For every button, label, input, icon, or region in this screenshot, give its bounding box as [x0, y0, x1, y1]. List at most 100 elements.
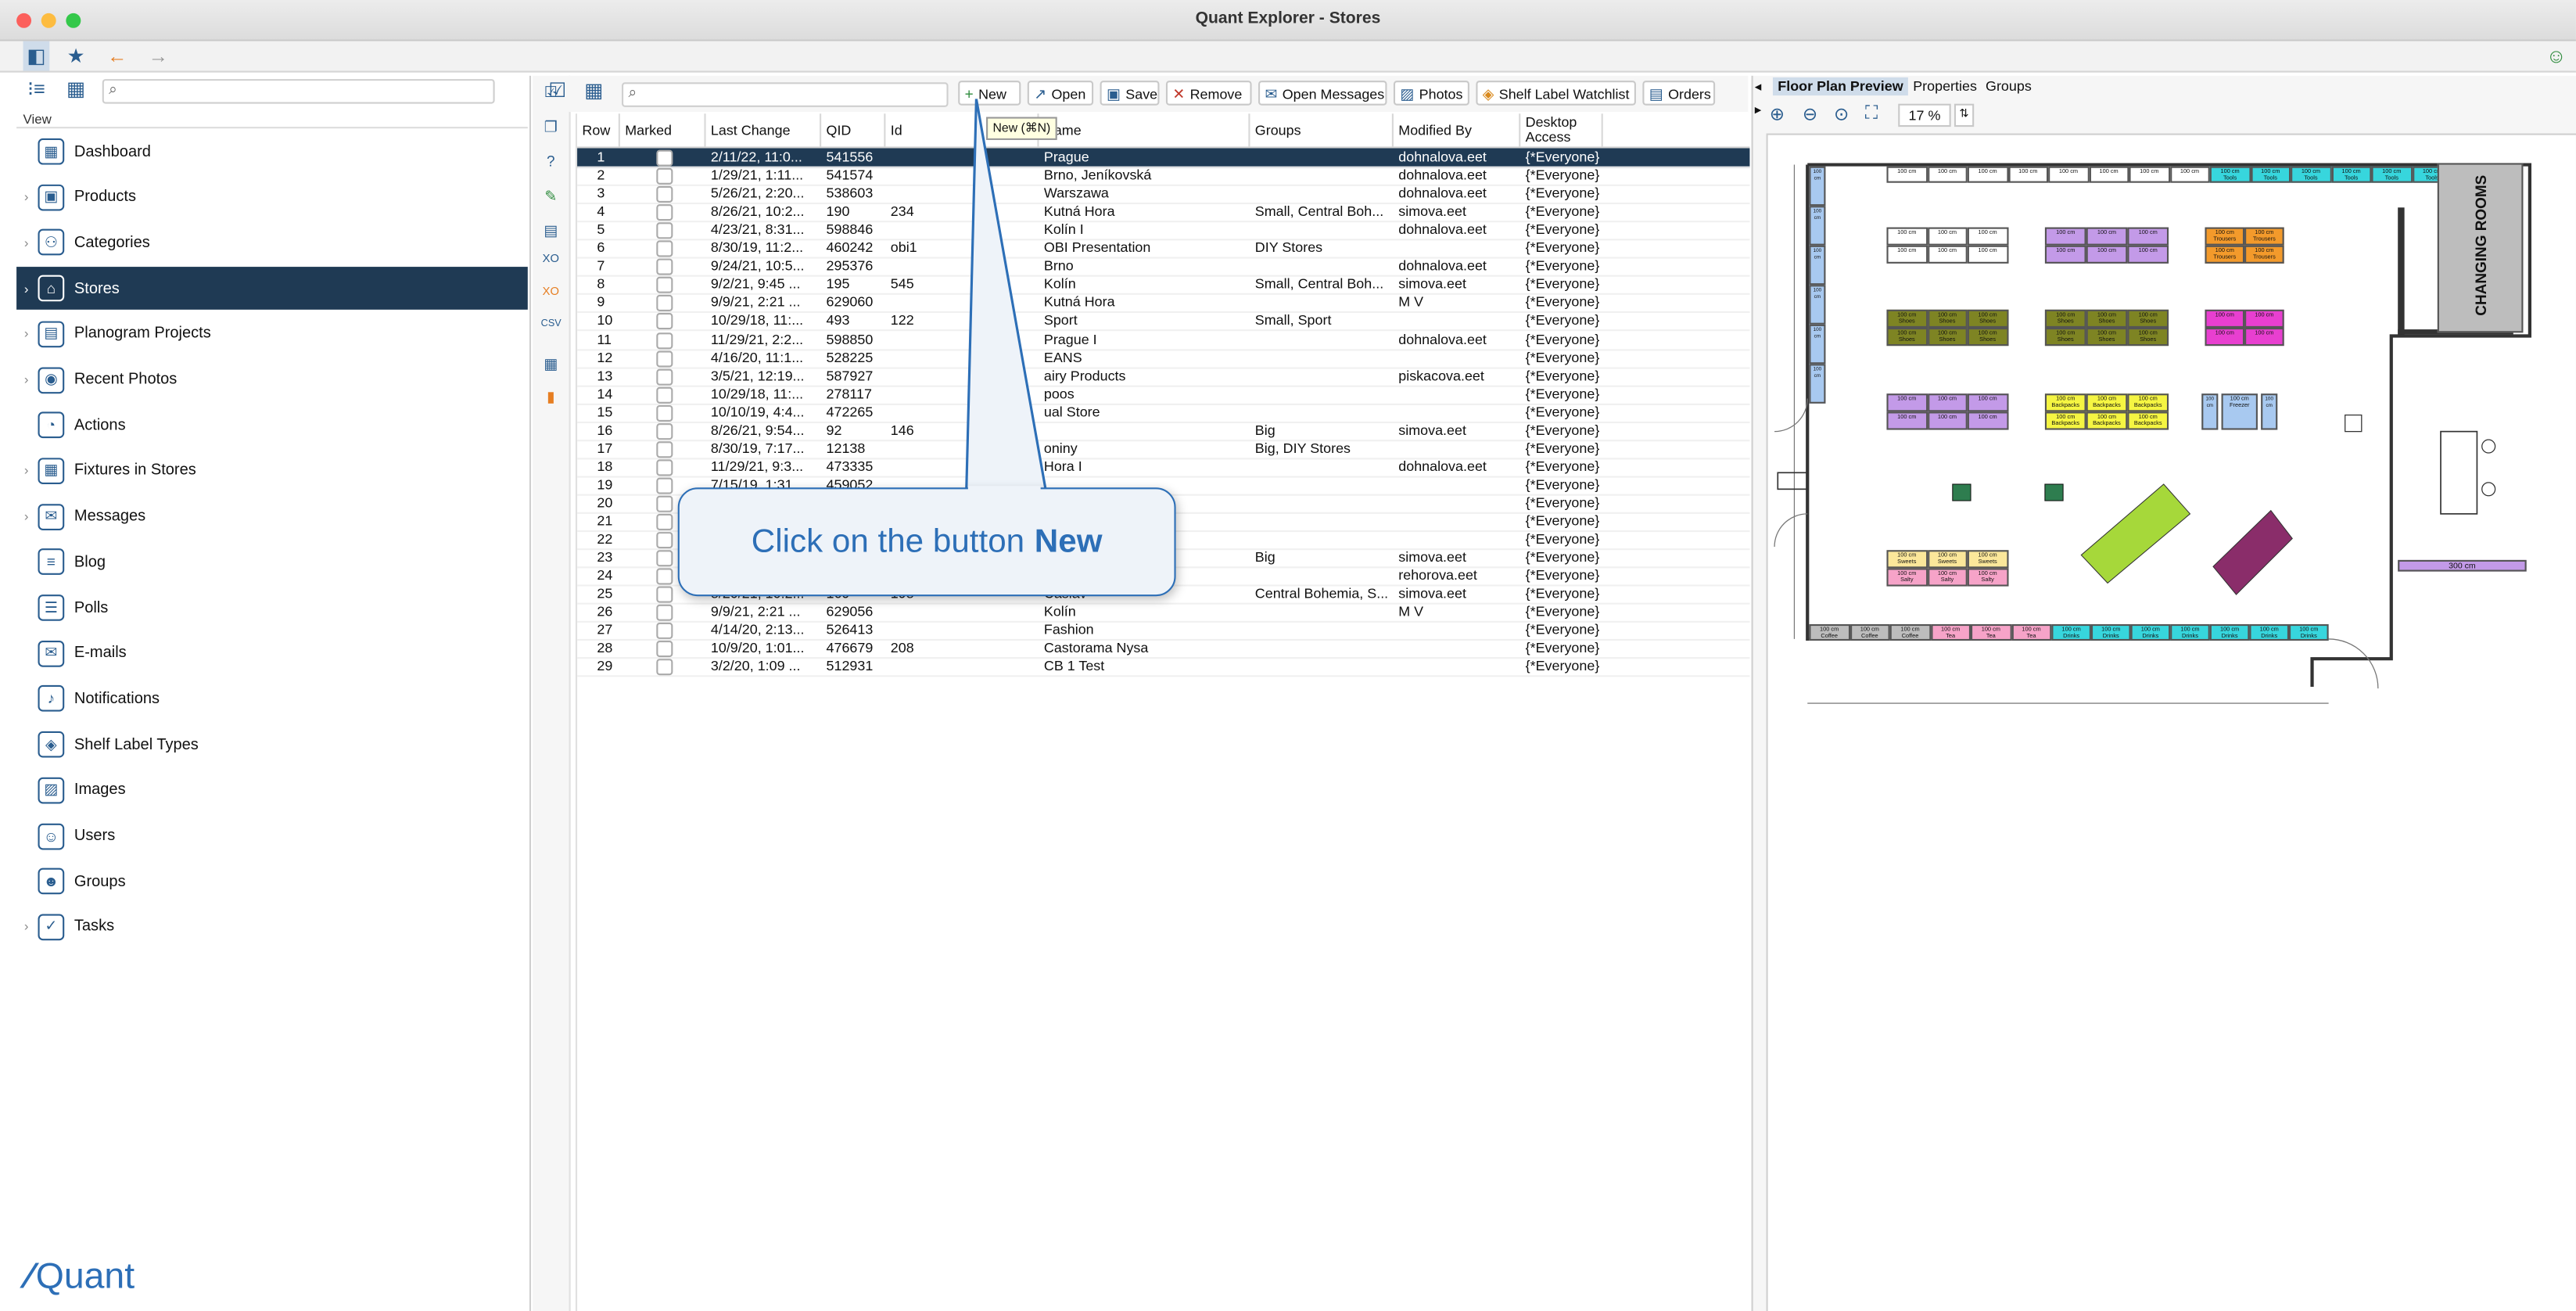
marked-checkbox[interactable]: [656, 623, 673, 640]
floor-plan-preview[interactable]: 100 cm 100 cm 100 cm 100 cm 100 cm 100 cm 100 …: [1766, 133, 2576, 1311]
table-row[interactable]: 15 10/10/19, 4:4... 472265 ual Store {*Every…: [577, 403, 1750, 423]
table-row[interactable]: 10 10/29/18, 11:... 493 122 Sport Small, Spor…: [577, 312, 1750, 332]
table-row[interactable]: 2 1/29/21, 1:11... 541574 Brno, Jeníkovská d…: [577, 167, 1750, 187]
favorites-star-icon[interactable]: ★: [63, 41, 89, 71]
grid-layout-icon[interactable]: ▦: [580, 80, 607, 102]
table-row[interactable]: 28 10/9/20, 1:01... 476679 208 Castorama Nys…: [577, 640, 1750, 659]
collapse-right-icon[interactable]: ▸: [1755, 102, 1761, 117]
grid-search-input[interactable]: ⌕: [622, 82, 949, 107]
excel-import-icon[interactable]: XO: [541, 286, 561, 306]
column-filter-icon[interactable]: ☑: [544, 80, 571, 102]
marked-checkbox[interactable]: [656, 240, 673, 257]
marked-checkbox[interactable]: [656, 350, 673, 367]
help-icon[interactable]: ?: [541, 153, 561, 173]
remove-button[interactable]: ✕ Remove: [1165, 81, 1252, 106]
expand-chevron-icon[interactable]: ›: [16, 372, 36, 387]
marked-checkbox[interactable]: [656, 422, 673, 440]
sidebar-item-images[interactable]: ▨ Images: [16, 769, 528, 812]
navigation-search-input[interactable]: ⌕: [102, 79, 495, 104]
forward-arrow-icon[interactable]: →: [145, 41, 172, 71]
zoom-stepper[interactable]: ⇅: [1954, 103, 1975, 128]
fit-to-view-icon[interactable]: ⛶: [1865, 104, 1878, 125]
zoom-reset-icon[interactable]: ⊙: [1834, 104, 1849, 125]
expand-chevron-icon[interactable]: ›: [16, 235, 36, 250]
sidebar-item-recent-photos[interactable]: › ◉ Recent Photos: [16, 358, 528, 401]
sidebar-item-e-mails[interactable]: ✉ E-mails: [16, 632, 528, 675]
copy-icon[interactable]: ❐: [541, 119, 561, 138]
sidebar-item-products[interactable]: › ▣ Products: [16, 176, 528, 219]
marked-checkbox[interactable]: [656, 259, 673, 276]
sidebar-item-shelf-label-types[interactable]: ◈ Shelf Label Types: [16, 724, 528, 767]
marked-checkbox[interactable]: [656, 368, 673, 385]
marked-checkbox[interactable]: [656, 459, 673, 476]
table-settings-icon[interactable]: ▦: [541, 356, 561, 375]
table-row[interactable]: 26 9/9/21, 2:21 ... 629056 Kolín M V {*Everyo…: [577, 603, 1750, 623]
marked-checkbox[interactable]: [656, 149, 673, 167]
sidebar-item-planogram-projects[interactable]: › ▤ Planogram Projects: [16, 313, 528, 356]
marked-checkbox[interactable]: [656, 495, 673, 512]
table-row[interactable]: 8 9/2/21, 9:45 ... 195 545 Kolín Small, Centr…: [577, 275, 1750, 296]
sidebar-item-users[interactable]: ☺ Users: [16, 814, 528, 857]
orders-button[interactable]: ▤ Orders: [1642, 81, 1716, 106]
expand-chevron-icon[interactable]: ›: [16, 463, 36, 478]
marked-checkbox[interactable]: [656, 568, 673, 585]
marked-checkbox[interactable]: [656, 204, 673, 221]
sidebar-item-groups[interactable]: ☻ Groups: [16, 860, 528, 903]
smiley-status-icon[interactable]: ☺: [2543, 41, 2570, 71]
expand-chevron-icon[interactable]: ›: [16, 281, 36, 296]
table-row[interactable]: 3 5/26/21, 2:20... 538603 Warszawa dohnalova…: [577, 185, 1750, 205]
table-row[interactable]: 29 3/2/20, 1:09 ... 512931 CB 1 Test {*Every…: [577, 658, 1750, 678]
sidebar-item-notifications[interactable]: ♪ Notifications: [16, 677, 528, 720]
table-row[interactable]: 17 8/30/19, 7:17... 12138 oniny Big, DIY Sto…: [577, 440, 1750, 460]
expand-chevron-icon[interactable]: ›: [16, 190, 36, 205]
layout-icon[interactable]: ▦: [63, 78, 89, 100]
table-row[interactable]: 16 8/26/21, 9:54... 92 146 Big simova.eet {*Ev…: [577, 421, 1750, 441]
table-row[interactable]: 18 11/29/21, 9:3... 473335 Hora Idohnalova.…: [577, 458, 1750, 478]
table-row[interactable]: 4 8/26/21, 10:2... 190 234 Kutná Hora Small, …: [577, 203, 1750, 223]
marked-checkbox[interactable]: [656, 550, 673, 567]
marked-checkbox[interactable]: [656, 641, 673, 658]
chart-icon[interactable]: ▮: [541, 389, 561, 408]
zoom-in-icon[interactable]: ⊕: [1770, 104, 1785, 125]
view-options-icon[interactable]: ⁝≡: [23, 78, 50, 100]
column-header-last-change[interactable]: Last Change: [706, 113, 822, 147]
excel-export-icon[interactable]: XO: [541, 253, 561, 273]
expand-chevron-icon[interactable]: ›: [16, 920, 36, 935]
back-arrow-icon[interactable]: ←: [104, 41, 131, 71]
marked-checkbox[interactable]: [656, 659, 673, 677]
sidebar-item-messages[interactable]: › ✉ Messages: [16, 495, 528, 538]
marked-checkbox[interactable]: [656, 404, 673, 422]
table-row[interactable]: 6 8/30/19, 11:2... 460242 obi1 OBI Presentat…: [577, 239, 1750, 260]
tab-properties[interactable]: Properties: [1908, 77, 1982, 95]
expand-chevron-icon[interactable]: ›: [16, 327, 36, 342]
tab-floor-plan-preview[interactable]: Floor Plan Preview: [1772, 77, 1909, 96]
tab-groups[interactable]: Groups: [1981, 77, 2036, 95]
expand-chevron-icon[interactable]: ›: [16, 509, 36, 524]
sidebar-item-polls[interactable]: ☰ Polls: [16, 587, 528, 630]
photos-button[interactable]: ▨ Photos: [1393, 81, 1469, 106]
sidebar-item-categories[interactable]: › ⚇ Categories: [16, 221, 528, 264]
marked-checkbox[interactable]: [656, 586, 673, 604]
zoom-out-icon[interactable]: ⊖: [1803, 104, 1817, 125]
marked-checkbox[interactable]: [656, 277, 673, 294]
column-header-marked[interactable]: Marked: [620, 113, 706, 147]
sidebar-toggle-icon[interactable]: ◧: [23, 41, 50, 71]
sidebar-item-fixtures-in-stores[interactable]: › ▦ Fixtures in Stores: [16, 450, 528, 493]
column-header-qid[interactable]: QID: [821, 113, 886, 147]
zoom-level[interactable]: 17 %: [1898, 103, 1951, 128]
collapse-left-icon[interactable]: ◂: [1755, 79, 1761, 94]
sidebar-item-actions[interactable]: ◔ Actions: [16, 404, 528, 447]
marked-checkbox[interactable]: [656, 532, 673, 549]
marked-checkbox[interactable]: [656, 477, 673, 494]
sidebar-item-stores[interactable]: › ⌂ Stores: [16, 267, 528, 311]
table-row[interactable]: 5 4/23/21, 8:31... 598846 Kolín Idohnalova.…: [577, 221, 1750, 241]
marked-checkbox[interactable]: [656, 186, 673, 203]
marked-checkbox[interactable]: [656, 386, 673, 404]
table-row[interactable]: 1 2/11/22, 11:0... 541556 Prague dohnalova.e…: [577, 148, 1750, 168]
table-row[interactable]: 7 9/24/21, 10:5... 295376 Brno dohnalova.eet…: [577, 257, 1750, 278]
marked-checkbox[interactable]: [656, 513, 673, 530]
table-row[interactable]: 11 11/29/21, 2:2... 598850 Prague Idohnalov…: [577, 330, 1750, 350]
table-row[interactable]: 13 3/5/21, 12:19... 587927 airy Products pis…: [577, 367, 1750, 386]
document-icon[interactable]: ▤: [541, 222, 561, 242]
column-header-groups[interactable]: Groups: [1250, 113, 1394, 147]
